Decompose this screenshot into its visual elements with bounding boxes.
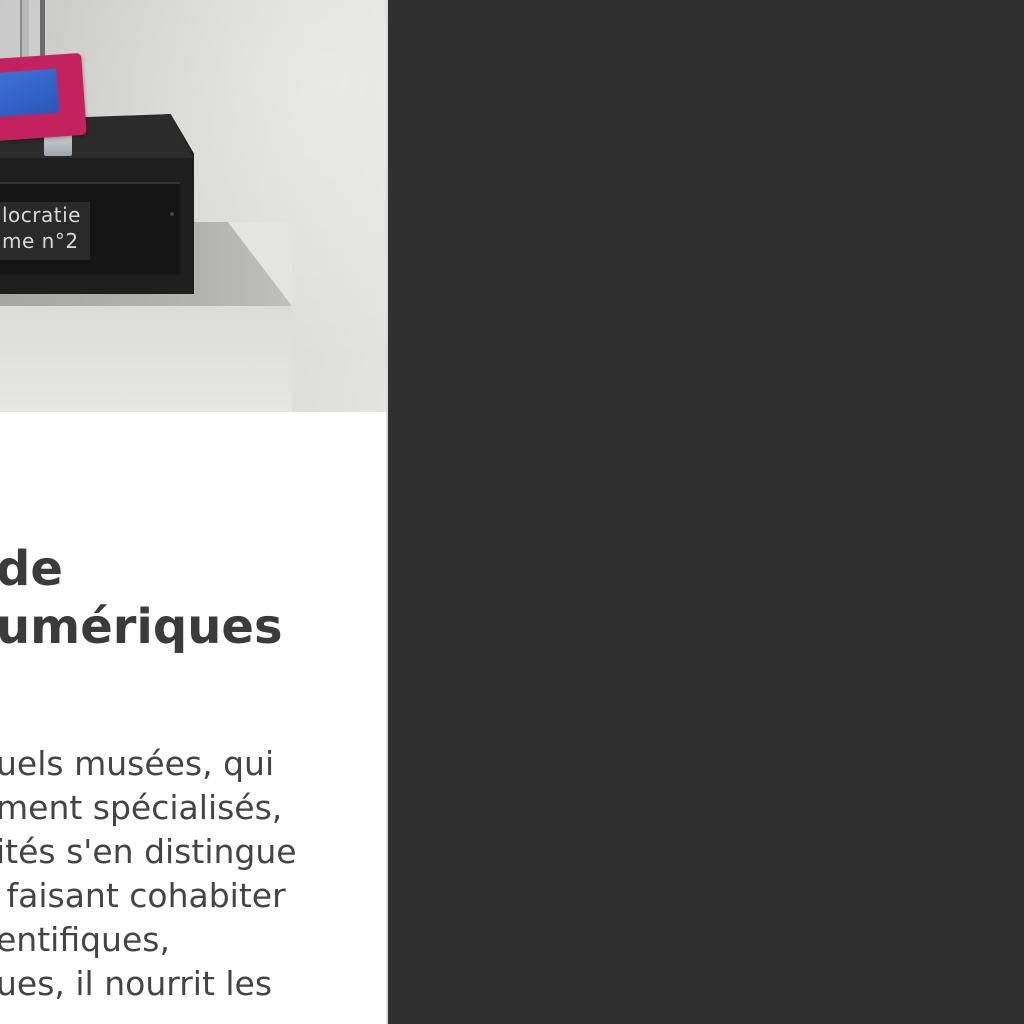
photo-tablet-screen [0,68,60,117]
article-body: uels musées, qui ment spécialisés, ités … [0,744,297,1003]
photo-pole [20,0,29,64]
photo-box-led [170,212,174,216]
photo-plinth-face [0,306,292,412]
article-panel: locratie me n°2 de umériques uels musées… [0,0,386,1024]
installation-photo: locratie me n°2 [0,0,386,412]
photo-cable [40,0,45,64]
photo-tablet [0,52,87,142]
article-title: de umériques [0,541,283,655]
dark-background-area [388,0,1024,1024]
photo-box-label: locratie me n°2 [0,202,90,260]
